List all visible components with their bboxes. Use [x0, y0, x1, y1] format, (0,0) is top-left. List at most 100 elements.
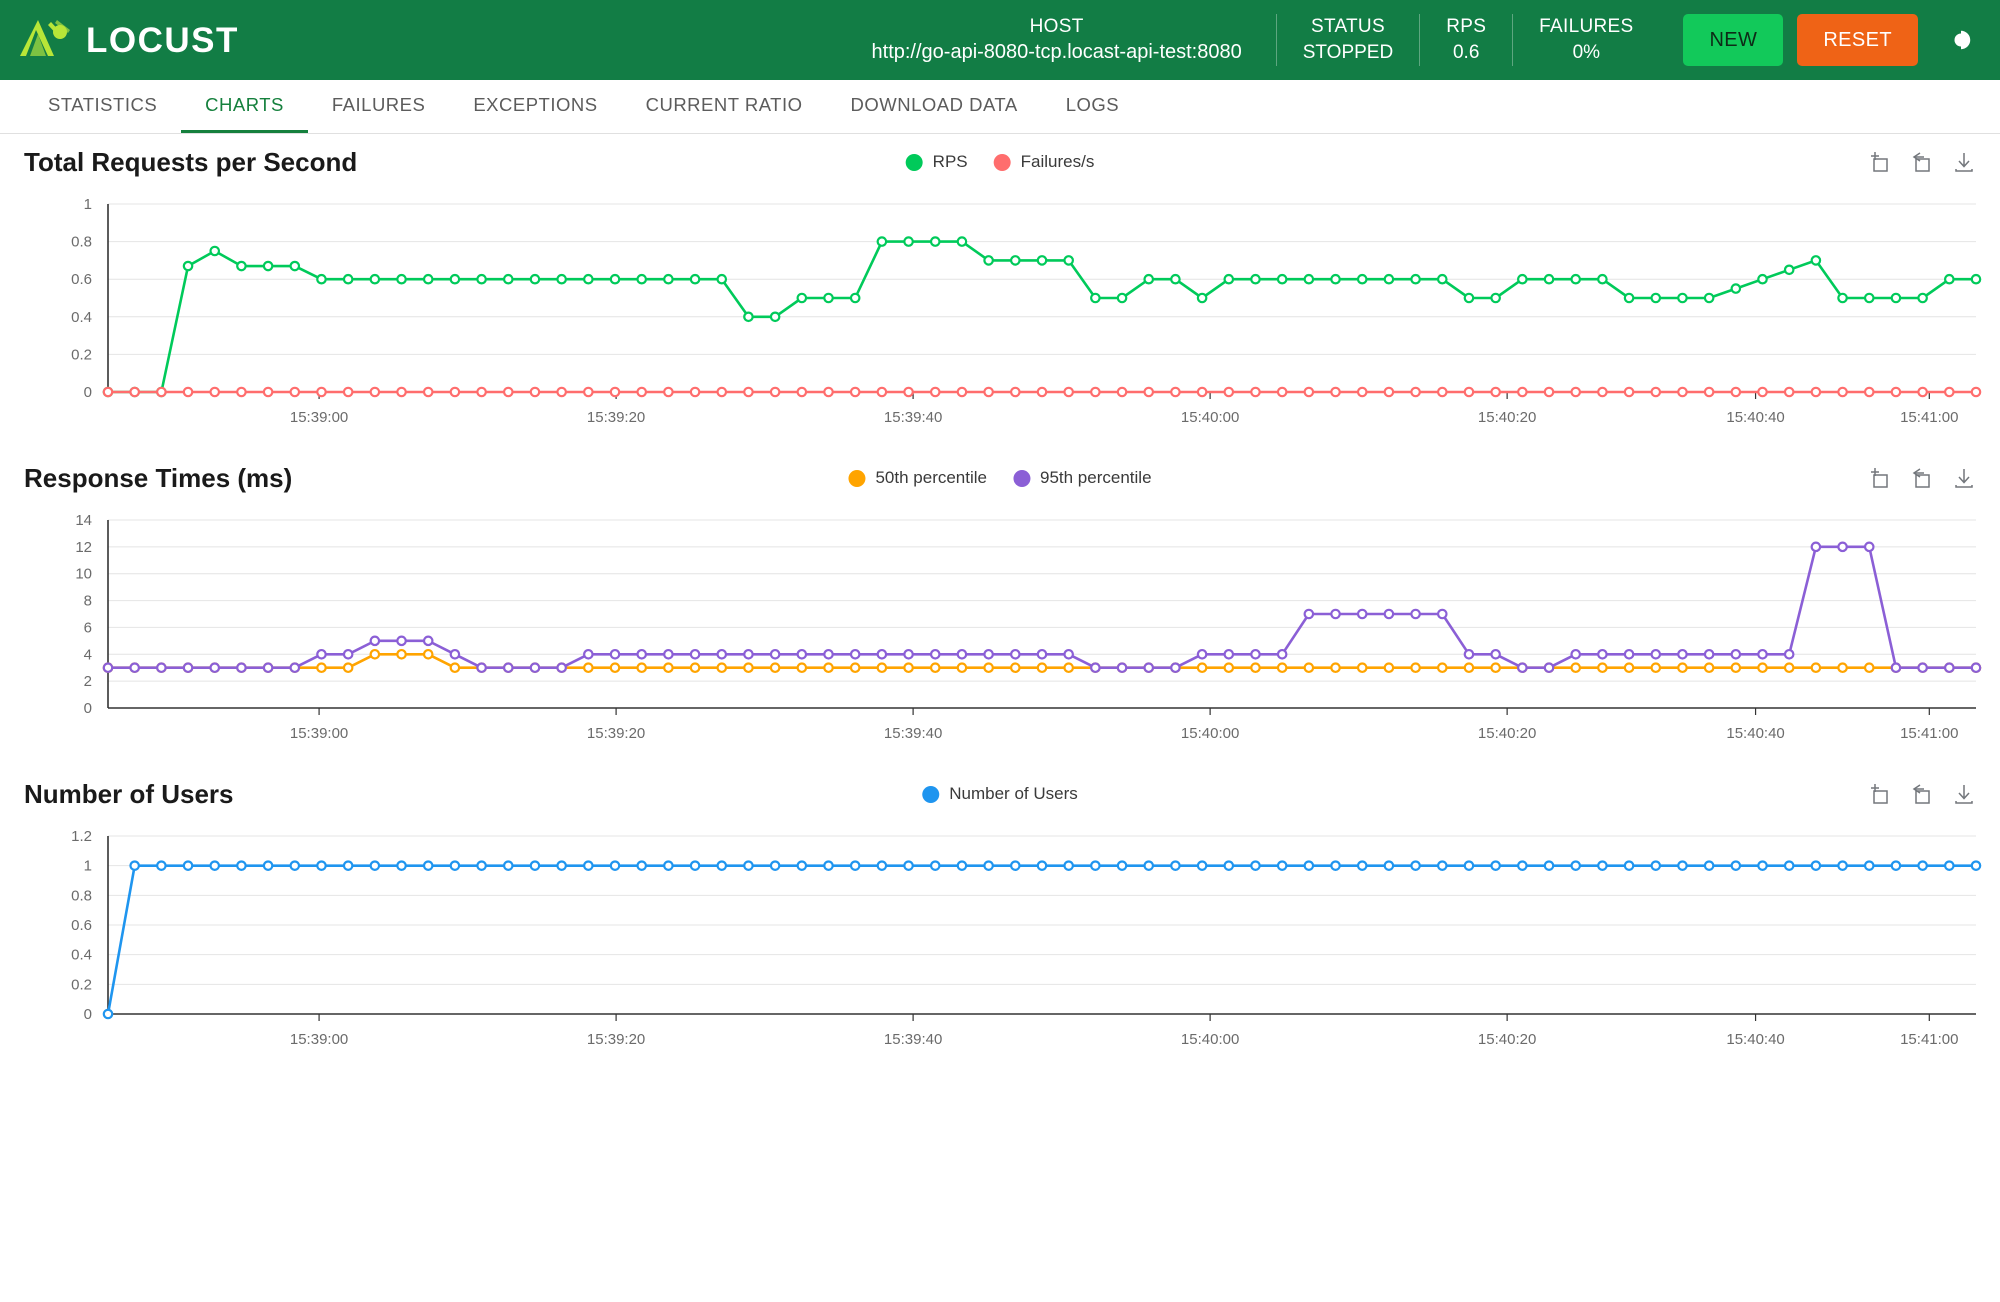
locust-logo-icon	[18, 16, 72, 64]
new-test-button[interactable]: NEW	[1683, 14, 1784, 66]
svg-text:0.4: 0.4	[71, 947, 92, 964]
legend-item-failures[interactable]: Failures/s	[993, 152, 1095, 172]
status-value: STOPPED	[1302, 41, 1394, 63]
chart-header-users: Number of Users Number of Users	[0, 766, 2000, 822]
rps-stat: RPS 0.6	[1420, 13, 1514, 67]
chart-legend-response-times: 50th percentile 95th percentile	[848, 468, 1152, 488]
failures-stat: FAILURES 0%	[1513, 14, 1659, 67]
save-image-icon[interactable]	[1952, 150, 1976, 174]
main-tabs: STATISTICS CHARTS FAILURES EXCEPTIONS CU…	[0, 80, 2000, 134]
svg-text:6: 6	[84, 619, 92, 636]
dark-mode-toggle-icon[interactable]	[1944, 23, 1978, 57]
chart-legend-rps: RPS Failures/s	[905, 152, 1095, 172]
svg-text:0.6: 0.6	[71, 271, 92, 288]
chart-plot-rps[interactable]: 0 0.2 0.4 0.6 0.8 1 15:39:00 15:39:20 15:39:40 15…	[0, 190, 2000, 450]
svg-text:15:40:40: 15:40:40	[1726, 1031, 1784, 1048]
chart-plot-response-times[interactable]: 0 2 4 6 8 10 12 14 15:39:00 15:39:20 15:39:40 15:40…	[0, 506, 2000, 766]
svg-text:0: 0	[84, 700, 92, 717]
page-title-users: Number of Users	[24, 778, 234, 809]
legend-item-rps[interactable]: RPS	[905, 152, 968, 172]
host-label: HOST	[1029, 15, 1084, 37]
legend-label-users: Number of Users	[949, 784, 1078, 803]
svg-text:15:39:00: 15:39:00	[290, 1031, 348, 1048]
tab-charts[interactable]: CHARTS	[181, 80, 308, 133]
svg-text:15:41:00: 15:41:00	[1900, 725, 1958, 742]
legend-item-50th[interactable]: 50th percentile	[848, 468, 987, 488]
svg-text:15:39:20: 15:39:20	[587, 725, 645, 742]
restore-icon[interactable]	[1910, 150, 1934, 174]
svg-text:1.2: 1.2	[71, 828, 92, 845]
data-zoom-icon[interactable]	[1868, 466, 1892, 490]
brand: LOCUST	[18, 16, 239, 64]
legend-dot-rps	[905, 153, 923, 171]
header-buttons: NEW RESET	[1683, 14, 1918, 66]
tab-current-ratio[interactable]: CURRENT RATIO	[622, 80, 827, 133]
data-zoom-icon[interactable]	[1868, 150, 1892, 174]
svg-text:0.8: 0.8	[71, 887, 92, 904]
legend-label-95th: 95th percentile	[1040, 468, 1152, 487]
svg-text:15:39:00: 15:39:00	[290, 725, 348, 742]
tab-failures[interactable]: FAILURES	[308, 80, 449, 133]
legend-dot-users	[922, 785, 940, 803]
svg-text:0: 0	[84, 384, 92, 401]
svg-text:0.2: 0.2	[71, 346, 92, 363]
legend-label-failures: Failures/s	[1020, 152, 1095, 171]
legend-dot-95th	[1013, 469, 1030, 487]
chart-plot-users[interactable]: 0 0.2 0.4 0.6 0.8 1 1.2 15:39:00 15:39:20 15:39:4…	[0, 822, 2000, 1072]
svg-text:15:40:00: 15:40:00	[1181, 1031, 1239, 1048]
chart-section-response-times: Response Times (ms) 50th percentile 95th…	[0, 450, 2000, 766]
svg-text:0.2: 0.2	[71, 976, 92, 993]
svg-text:0: 0	[84, 1006, 92, 1023]
status-label: STATUS	[1311, 16, 1385, 38]
svg-text:15:40:00: 15:40:00	[1181, 725, 1239, 742]
tab-download-data[interactable]: DOWNLOAD DATA	[827, 80, 1042, 133]
svg-text:15:41:00: 15:41:00	[1900, 409, 1958, 426]
legend-item-95th[interactable]: 95th percentile	[1013, 468, 1152, 488]
rps-value: 0.6	[1452, 41, 1480, 63]
svg-text:15:39:20: 15:39:20	[587, 1031, 645, 1048]
svg-text:1: 1	[84, 196, 92, 213]
host-stat: HOST http://go-api-8080-tcp.locast-api-t…	[846, 13, 1277, 67]
svg-text:0.6: 0.6	[71, 917, 92, 934]
page-title-rps: Total Requests per Second	[24, 146, 358, 177]
svg-text:15:39:00: 15:39:00	[290, 409, 348, 426]
tab-statistics[interactable]: STATISTICS	[24, 80, 181, 133]
header-stats: HOST http://go-api-8080-tcp.locast-api-t…	[846, 13, 1660, 67]
data-zoom-icon[interactable]	[1868, 782, 1892, 806]
rps-label: RPS	[1446, 16, 1487, 38]
reset-stats-button[interactable]: RESET	[1797, 14, 1918, 66]
svg-text:2: 2	[84, 673, 92, 690]
failures-label: FAILURES	[1539, 16, 1634, 38]
tab-exceptions[interactable]: EXCEPTIONS	[449, 80, 621, 133]
status-stat: STATUS STOPPED	[1277, 13, 1421, 67]
restore-icon[interactable]	[1910, 466, 1934, 490]
svg-text:15:39:20: 15:39:20	[587, 409, 645, 426]
svg-text:10: 10	[75, 566, 92, 583]
svg-text:14: 14	[75, 512, 92, 529]
svg-text:15:40:40: 15:40:40	[1726, 409, 1784, 426]
chart-section-rps: Total Requests per Second RPS Failures/s…	[0, 134, 2000, 450]
chart-header-response-times: Response Times (ms) 50th percentile 95th…	[0, 450, 2000, 506]
brand-name: LOCUST	[86, 20, 239, 60]
legend-label-50th: 50th percentile	[875, 468, 987, 487]
legend-dot-50th	[848, 469, 866, 487]
failures-value: 0%	[1572, 41, 1601, 63]
svg-text:15:40:20: 15:40:20	[1478, 409, 1536, 426]
svg-text:15:39:40: 15:39:40	[884, 725, 942, 742]
save-image-icon[interactable]	[1952, 466, 1976, 490]
legend-dot-failures	[993, 153, 1011, 171]
legend-item-users[interactable]: Number of Users	[922, 784, 1078, 804]
svg-text:4: 4	[84, 646, 92, 663]
svg-text:15:40:40: 15:40:40	[1726, 725, 1784, 742]
page-title-response-times: Response Times (ms)	[24, 462, 293, 493]
svg-text:15:40:00: 15:40:00	[1181, 409, 1239, 426]
svg-text:15:40:20: 15:40:20	[1478, 725, 1536, 742]
tab-logs[interactable]: LOGS	[1042, 80, 1143, 133]
svg-text:8: 8	[84, 593, 92, 610]
svg-text:15:39:40: 15:39:40	[884, 1031, 942, 1048]
save-image-icon[interactable]	[1952, 782, 1976, 806]
restore-icon[interactable]	[1910, 782, 1934, 806]
legend-label-rps: RPS	[932, 152, 968, 171]
app-header: LOCUST HOST http://go-api-8080-tcp.locas…	[0, 0, 2000, 80]
host-value: http://go-api-8080-tcp.locast-api-test:8…	[871, 41, 1242, 64]
